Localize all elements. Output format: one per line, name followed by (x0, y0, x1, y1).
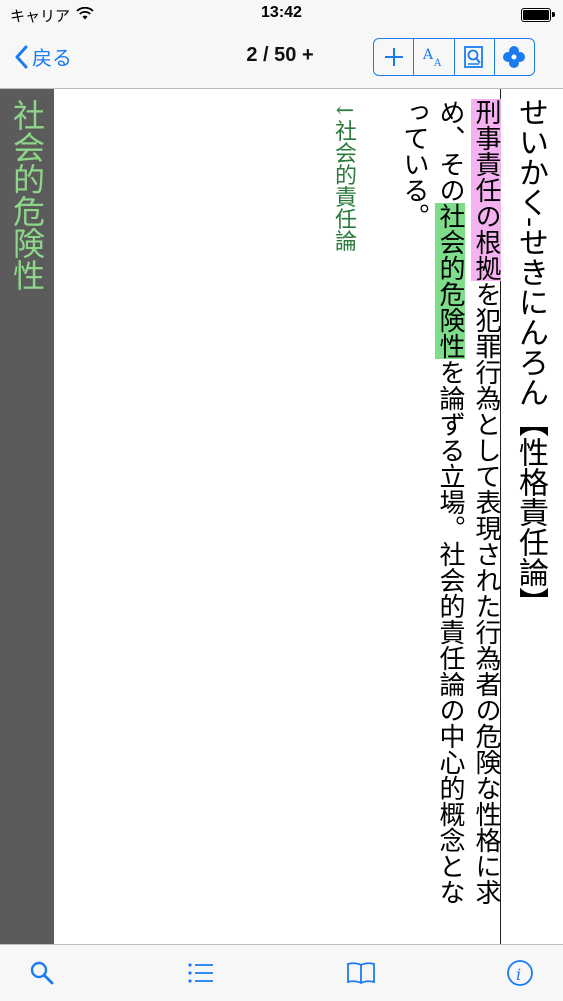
svg-text:A: A (422, 47, 434, 63)
svg-text:i: i (516, 965, 521, 984)
cross-reference-link[interactable]: ↓社会的責任論 (328, 101, 358, 251)
list-icon (188, 963, 213, 983)
status-bar: キャリア 13:42 (0, 0, 563, 28)
info-icon: i (507, 960, 533, 986)
toolbar-segmented-control: AA (373, 38, 535, 76)
back-button[interactable]: 戻る (14, 42, 72, 71)
chevron-left-icon (15, 45, 28, 68)
keyword-sidebar[interactable]: 社会的危険性 (0, 89, 54, 944)
add-button[interactable] (374, 39, 415, 75)
highlight-green[interactable]: 社会的危険性 (435, 203, 465, 359)
list-tab[interactable] (181, 957, 221, 989)
navigation-bar: 戻る 2 / 50 + AA (0, 28, 563, 89)
clock: 13:42 (261, 4, 302, 21)
battery-icon (521, 8, 555, 22)
book-tab[interactable] (341, 957, 381, 989)
svg-text:A: A (433, 58, 442, 69)
search-document-icon (464, 46, 484, 68)
search-document-button[interactable] (455, 39, 495, 75)
text-size-icon: AA (422, 47, 442, 69)
text-size-button[interactable]: AA (414, 39, 455, 75)
entry-body: 刑事責任の根拠を犯罪行為として表現された行為者の危険な性格に求め、その社会的危険… (354, 99, 504, 929)
search-icon (30, 961, 54, 985)
clover-menu-icon (503, 46, 526, 68)
back-label: 戻る (32, 48, 72, 70)
plus-icon (384, 48, 403, 66)
entry-headword: せいかく‐せきにんろん【性格責任論】 (513, 97, 548, 618)
dictionary-entry: せいかく‐せきにんろん【性格責任論】 刑事責任の根拠を犯罪行為として表現された行… (54, 89, 563, 944)
page-counter[interactable]: 2 / 50 + (225, 44, 335, 67)
menu-button[interactable] (495, 39, 534, 75)
highlight-pink[interactable]: 刑事責任の根拠 (471, 99, 501, 281)
book-icon (347, 962, 375, 985)
sidebar-keyword: 社会的危険性 (8, 99, 46, 291)
info-tab[interactable]: i (500, 957, 540, 989)
search-tab[interactable] (22, 957, 62, 989)
bottom-toolbar: i (0, 944, 563, 1001)
